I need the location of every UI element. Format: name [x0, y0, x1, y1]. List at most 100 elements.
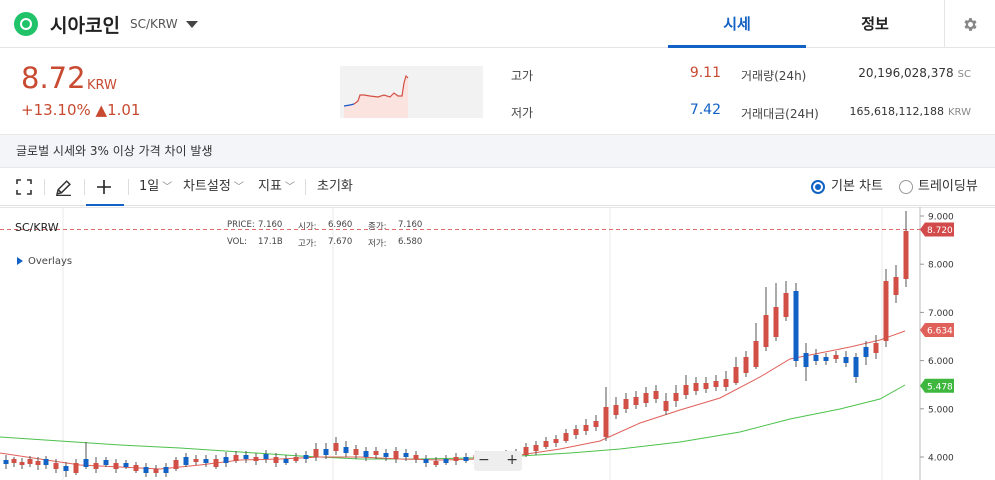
zoom-control: − + [474, 451, 522, 471]
candle [783, 293, 789, 317]
price-chart[interactable]: 9.000 8.000 7.000 6.000 5.000 4.000 8.720 6.634… [0, 207, 995, 480]
volume-label: 거래량(24h) [741, 69, 807, 83]
candle [563, 433, 569, 441]
candle [373, 451, 379, 455]
candle [193, 459, 199, 462]
candle [163, 467, 169, 473]
candle [113, 463, 119, 469]
zoom-out-button[interactable]: − [478, 452, 490, 468]
tab-info[interactable]: 정보 [806, 0, 944, 48]
y-tick-label: 4.000 [928, 454, 954, 464]
expand-triangle-icon [17, 257, 23, 265]
candle [183, 457, 189, 465]
candle [103, 460, 109, 465]
overlays-toggle[interactable]: Overlays [17, 256, 72, 267]
candle [843, 357, 849, 363]
candle [393, 451, 399, 459]
candle [63, 466, 69, 471]
ohlc-open-label: 시가: [298, 222, 317, 232]
candle [633, 397, 639, 405]
zoom-in-button[interactable]: + [506, 452, 518, 468]
candle [813, 355, 819, 361]
chart-toolbar: 1일 ﹀ 차트설정 ﹀ 지표 ﹀ 초기화 기본 차트 트레이딩뷰 [0, 168, 995, 206]
ohlc-close-label: 종가: [368, 222, 387, 232]
amount-label: 거래대금(24H) [741, 107, 819, 121]
high-value: 9.11 [689, 65, 721, 81]
candle [863, 347, 869, 357]
current-price-badge: 8.720 [927, 226, 953, 236]
candle [533, 445, 539, 451]
basic-chart-radio[interactable] [811, 180, 825, 194]
gear-icon[interactable] [944, 0, 995, 48]
candle [553, 439, 559, 443]
candlestick-chart[interactable]: 9.000 8.000 7.000 6.000 5.000 4.000 8.720 6.634… [0, 207, 995, 480]
ohlc-price-label: PRICE: [227, 220, 255, 230]
candle [753, 341, 759, 367]
y-tick-label: 9.000 [928, 213, 954, 223]
candle [453, 457, 459, 461]
candle [353, 449, 359, 455]
candle [27, 459, 33, 464]
candle [793, 291, 799, 361]
price-gap-notice: 글로벌 시세와 3% 이상 가격 차이 발생 [0, 134, 995, 168]
fullscreen-icon[interactable] [16, 168, 36, 206]
candle [11, 459, 17, 463]
candle [733, 367, 739, 383]
ohlc-price-value: 7.160 [258, 220, 283, 230]
coin-select-chevron-icon[interactable] [186, 21, 198, 28]
candle [253, 457, 259, 461]
ohlc-low-value: 6.580 [398, 237, 423, 247]
low-label: 저가 [511, 106, 534, 120]
candle [873, 343, 879, 353]
candle [3, 460, 9, 464]
candle [573, 429, 579, 435]
reset-button[interactable]: 초기화 [317, 168, 353, 206]
ohlc-close-value: 7.160 [398, 220, 423, 230]
candle [823, 357, 829, 361]
candle [413, 455, 419, 459]
interval-select[interactable]: 1일 ﹀ [139, 168, 172, 206]
coin-pair: SC/KRW [130, 17, 178, 31]
ma-short-badge: 6.634 [927, 327, 953, 337]
candle [653, 391, 659, 399]
candle [443, 459, 449, 463]
candle [723, 379, 729, 387]
candle [123, 463, 129, 467]
candle [73, 463, 79, 473]
draw-pencil-icon[interactable] [55, 168, 75, 206]
tradingview-radio[interactable] [899, 180, 913, 194]
high-label: 고가 [511, 69, 534, 83]
ma-short-line [0, 330, 906, 470]
candle [713, 381, 719, 387]
chart-settings-select[interactable]: 차트설정 ﹀ [183, 168, 244, 206]
tradingview-label[interactable]: 트레이딩뷰 [918, 168, 978, 206]
candle [233, 455, 239, 461]
price-summary: 8.72 KRW +13.10% ▲1.01 고가 9.11 저가 7.42 거… [0, 49, 995, 134]
candle [673, 393, 679, 401]
ohlc-high-value: 7.670 [328, 237, 353, 247]
coin-header: 시아코인 SC/KRW 시세 정보 [0, 0, 995, 48]
tab-quote[interactable]: 시세 [668, 0, 806, 48]
y-tick-label: 5.000 [928, 405, 954, 415]
ohlc-vol-value: 17.1B [258, 237, 283, 247]
candle [603, 407, 609, 437]
candle [93, 463, 99, 469]
candle [203, 459, 209, 463]
candle [323, 449, 329, 455]
y-tick-label: 6.000 [928, 357, 954, 367]
crosshair-icon[interactable] [86, 168, 124, 206]
candle [303, 455, 309, 459]
mini-sparkline [340, 66, 483, 118]
candle [423, 459, 429, 463]
candle [523, 447, 529, 455]
indicators-select[interactable]: 지표 ﹀ [258, 168, 295, 206]
candle [143, 467, 149, 473]
candle [883, 281, 889, 341]
price-unit: KRW [87, 78, 117, 93]
candle [283, 459, 289, 463]
candle [693, 383, 699, 391]
candle [803, 353, 809, 367]
candle [463, 457, 469, 461]
basic-chart-label[interactable]: 기본 차트 [831, 168, 883, 206]
candle [663, 401, 669, 411]
